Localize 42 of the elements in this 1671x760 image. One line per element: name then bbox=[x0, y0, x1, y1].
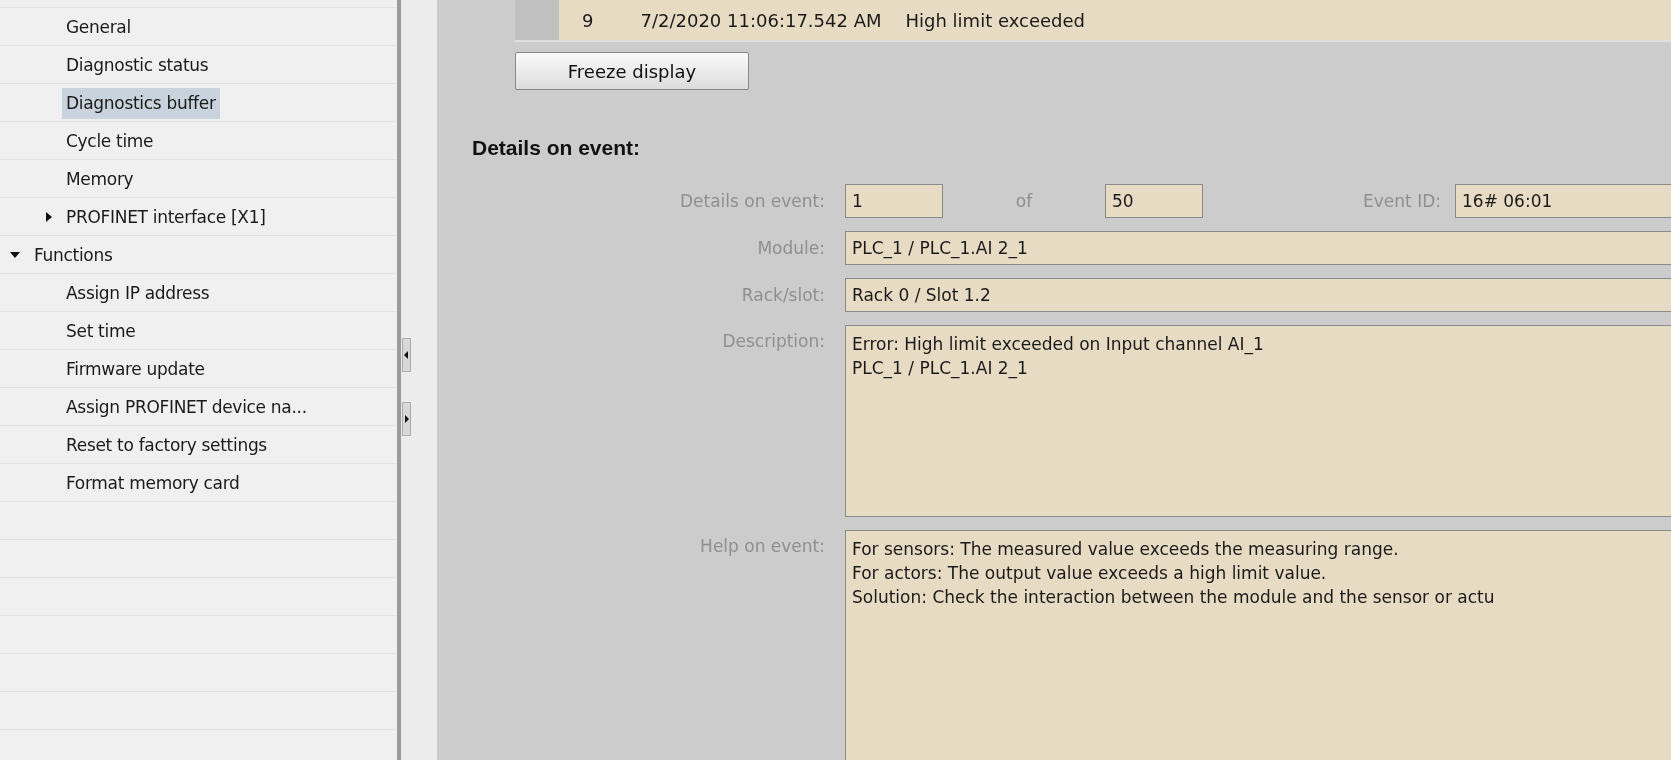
table-cell: 7/2/2020 11:06:17.542 AM bbox=[640, 9, 882, 31]
tree-item[interactable]: Assign IP address bbox=[62, 277, 214, 309]
expanded-arrow-icon[interactable] bbox=[10, 250, 20, 260]
tree-item[interactable]: Diagnostics buffer bbox=[62, 87, 220, 119]
field-label: Details on event: bbox=[678, 191, 825, 211]
field-label: of bbox=[1015, 191, 1033, 211]
tree-item[interactable]: Diagnostic status bbox=[62, 49, 213, 81]
tree-item[interactable]: Format memory card bbox=[62, 467, 244, 499]
text-line: Error: High limit exceeded on Input channel AI_1 bbox=[852, 333, 1265, 356]
expand-right-icon[interactable] bbox=[402, 402, 411, 436]
tree-item[interactable]: Assign PROFINET device na... bbox=[62, 391, 311, 423]
text-area[interactable]: Error: High limit exceeded on Input channel AI_1 PLC_1 / PLC_1.AI 2_1 bbox=[845, 325, 1671, 517]
text-area[interactable]: For sensors: The measured value exceeds the measuring range. For actors: The output value exceeds a high limit value. Solution: Check the interaction between the module and the sensor or actu bbox=[845, 530, 1671, 760]
tree-item[interactable]: Reset to factory settings bbox=[62, 429, 271, 461]
field-label: Event ID: bbox=[1363, 191, 1441, 211]
event-id-field[interactable]: 16# 06:01 bbox=[1455, 184, 1671, 218]
freeze-display-button[interactable]: Freeze display bbox=[515, 52, 749, 90]
field-label: Help on event: bbox=[699, 535, 825, 556]
text-line: For actors: The output value exceeds a high limit value. bbox=[852, 562, 1328, 585]
field-label: Module: bbox=[756, 238, 825, 258]
event-total-field[interactable]: 50 bbox=[1105, 184, 1203, 218]
tree-item[interactable]: Functions bbox=[30, 239, 117, 271]
text-field[interactable]: Rack 0 / Slot 1.2 bbox=[845, 278, 1671, 312]
text-line: For sensors: The measured value exceeds the measuring range. bbox=[852, 538, 1400, 561]
collapsed-arrow-icon[interactable] bbox=[44, 212, 54, 222]
tree-item[interactable]: Set time bbox=[62, 315, 140, 347]
table-cell: 9 bbox=[582, 9, 594, 31]
text-line: Solution: Check the interaction between the module and the sensor or actu bbox=[852, 586, 1496, 609]
text-field[interactable]: PLC_1 / PLC_1.AI 2_1 bbox=[845, 231, 1671, 265]
section-heading: Details on event: bbox=[472, 136, 641, 160]
tree-item[interactable]: PROFINET interface [X1] bbox=[62, 201, 270, 233]
buffer-row[interactable]: 9 7/2/2020 11:06:17.542 AM High limit exceeded bbox=[559, 0, 1671, 40]
collapse-left-icon[interactable] bbox=[402, 338, 411, 372]
tree-item[interactable]: Cycle time bbox=[62, 125, 158, 157]
table-cell: High limit exceeded bbox=[905, 9, 1085, 31]
tree-item[interactable]: Firmware update bbox=[62, 353, 209, 385]
tree-item[interactable]: Memory bbox=[62, 163, 138, 195]
event-number-field[interactable]: 1 bbox=[845, 184, 943, 218]
text-line: PLC_1 / PLC_1.AI 2_1 bbox=[852, 357, 1029, 380]
field-label: Rack/slot: bbox=[740, 285, 825, 305]
tree-item[interactable]: General bbox=[62, 11, 135, 43]
field-label: Description: bbox=[721, 330, 825, 351]
